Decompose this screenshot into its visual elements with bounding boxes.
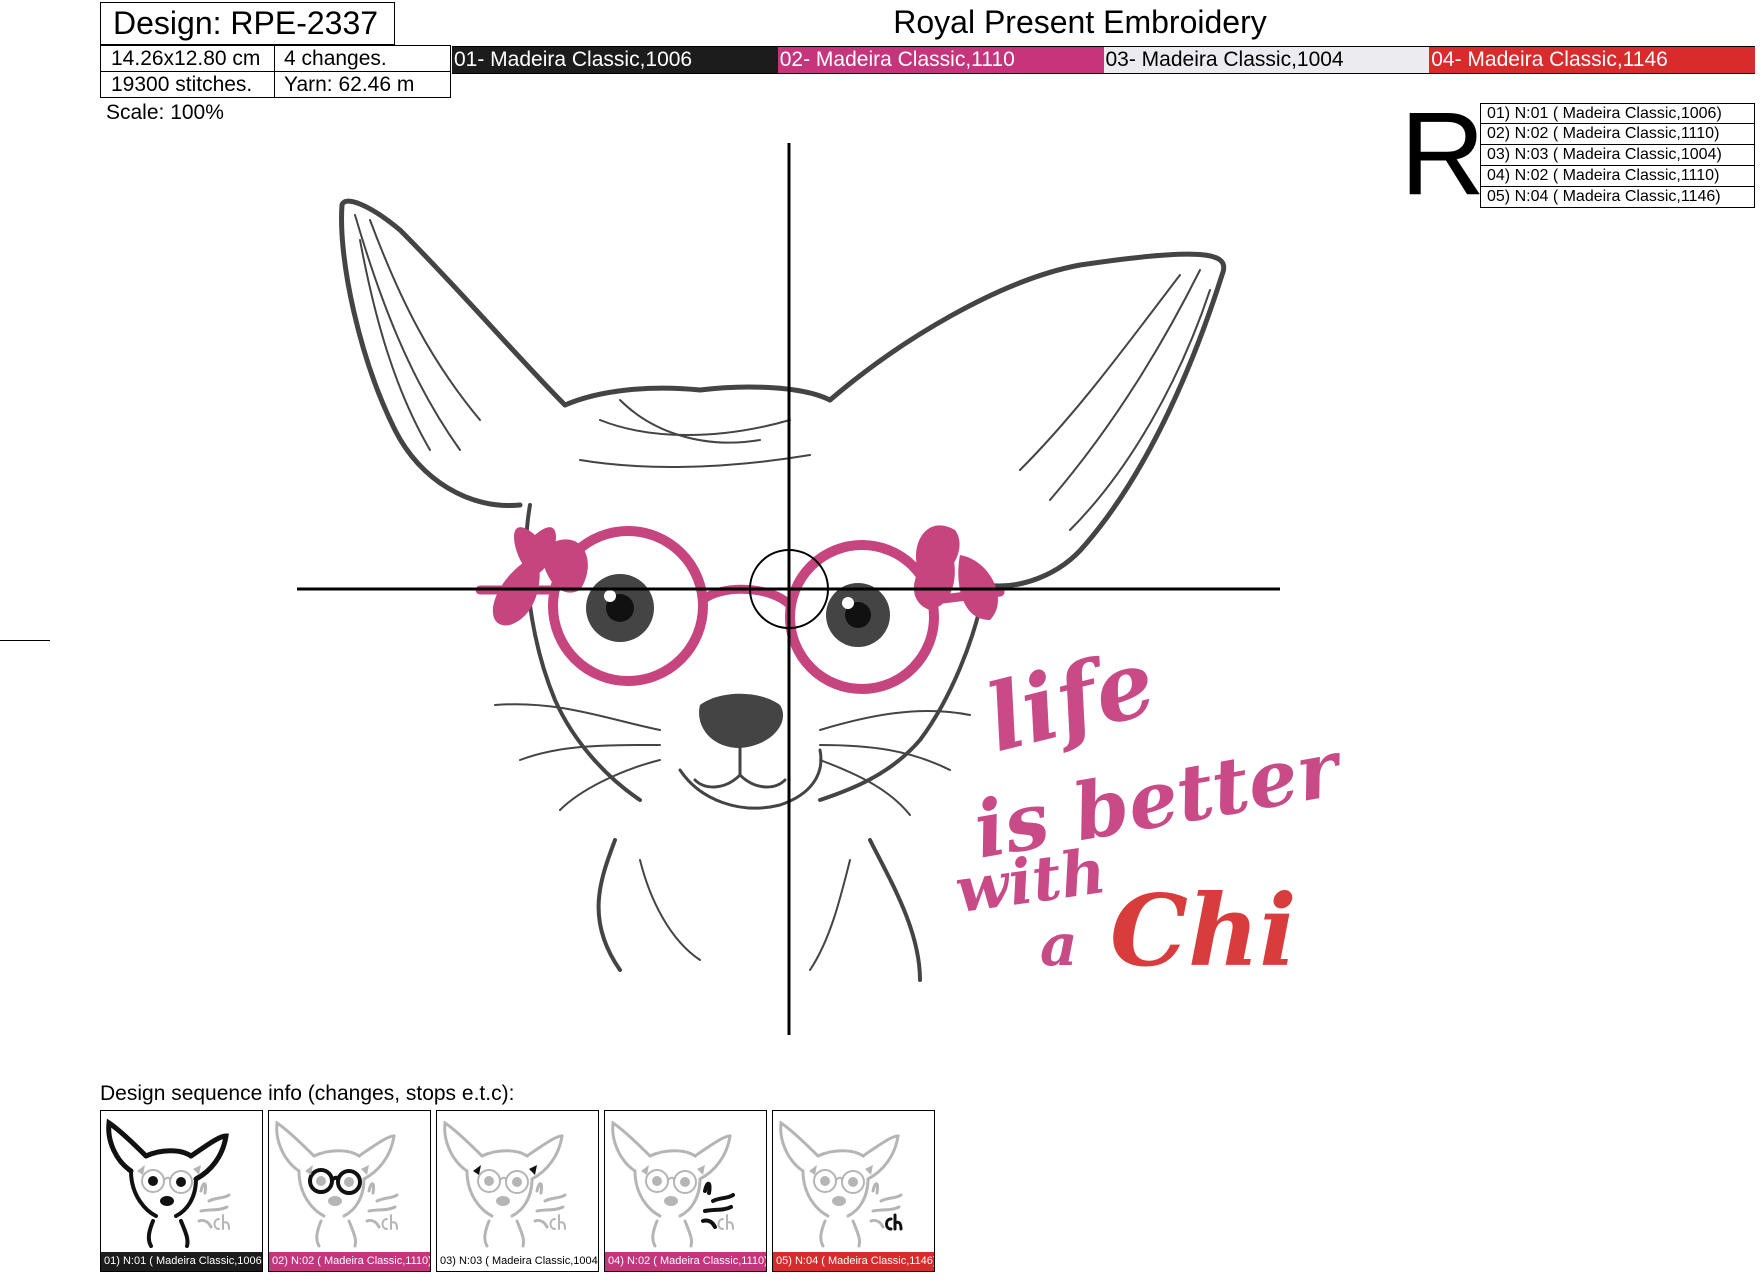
thumbnail-dog	[275, 1120, 399, 1248]
right-ear	[827, 251, 1227, 589]
text-life: life	[976, 628, 1165, 773]
sequence-step-4[interactable]: 04) N:02 ( Madeira Classic,1110)	[604, 1110, 767, 1272]
thumbnail-dog	[779, 1120, 903, 1248]
sequence-step-2[interactable]: 02) N:02 ( Madeira Classic,1110)	[268, 1110, 431, 1272]
sequence-thumbnail	[611, 1120, 735, 1248]
sequence-step-label: 04) N:02 ( Madeira Classic,1110)	[605, 1252, 766, 1271]
embroidery-preview: life is better with a Chi	[297, 143, 1350, 1035]
glasses	[475, 525, 1005, 694]
neck	[596, 838, 622, 972]
thumbnail-dog	[611, 1120, 735, 1248]
sequence-step-1[interactable]: 01) N:01 ( Madeira Classic,1006)	[100, 1110, 263, 1272]
thumbnail-dog	[106, 1118, 231, 1248]
left-ear	[339, 198, 568, 509]
sequence-step-label: 03) N:03 ( Madeira Classic,1004)	[437, 1252, 598, 1271]
nose	[699, 693, 784, 748]
lettering: life is better with a Chi	[951, 628, 1350, 989]
thumbnail-dog	[443, 1120, 567, 1248]
muzzle	[678, 748, 823, 810]
sequence-step-label: 01) N:01 ( Madeira Classic,1006)	[101, 1252, 262, 1271]
sequence-thumbnail	[779, 1120, 903, 1248]
sequence-thumbnail	[275, 1120, 399, 1248]
sequence-step-label: 02) N:02 ( Madeira Classic,1110)	[269, 1252, 430, 1271]
sequence-step-label: 05) N:04 ( Madeira Classic,1146)	[773, 1252, 934, 1271]
text-with: with	[951, 834, 1110, 927]
sequence-thumbnail	[443, 1120, 567, 1248]
left-bow	[492, 527, 556, 626]
sequence-step-5[interactable]: 05) N:04 ( Madeira Classic,1146)	[772, 1110, 935, 1272]
text-a: a	[1040, 911, 1078, 979]
sequence-label: Design sequence info (changes, stops e.t…	[100, 1082, 515, 1105]
sequence-thumbnail	[106, 1118, 231, 1248]
text-chi: Chi	[1110, 874, 1296, 989]
sequence-step-3[interactable]: 03) N:03 ( Madeira Classic,1004)	[436, 1110, 599, 1272]
